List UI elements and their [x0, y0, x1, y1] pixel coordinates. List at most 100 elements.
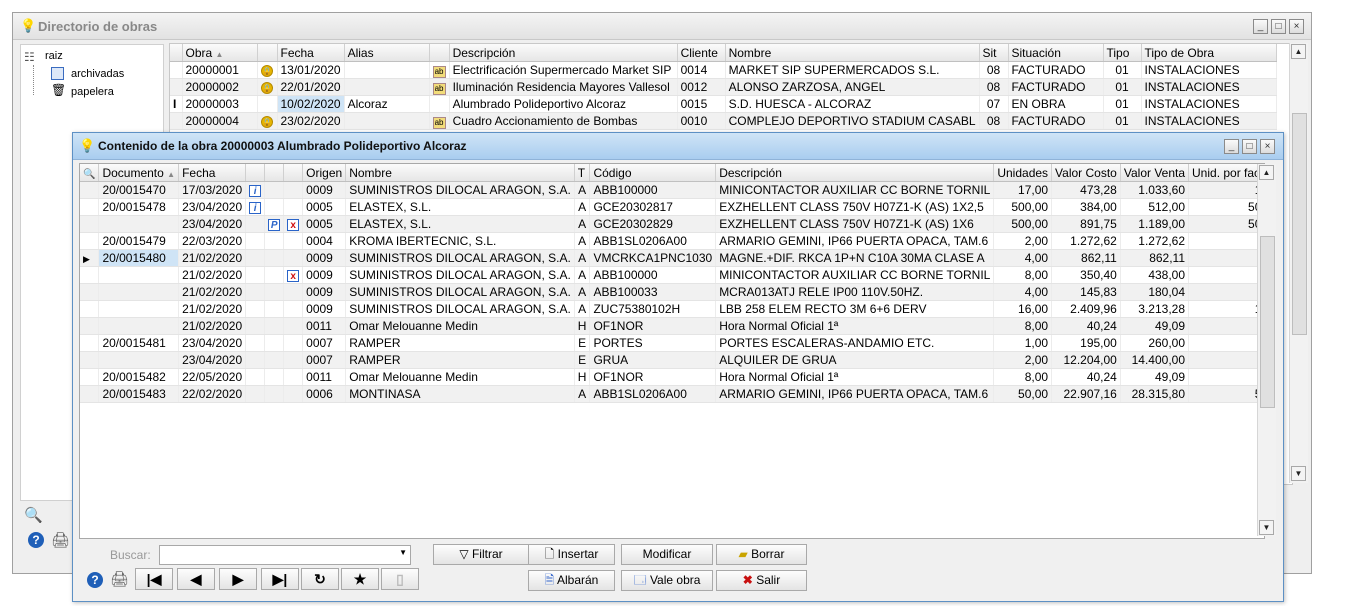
linea-row[interactable]: 21/02/2020 0009 SUMINISTROS DILOCAL ARAGON… [80, 283, 1264, 301]
row-indicator[interactable] [80, 300, 100, 318]
scroll-thumb[interactable] [1260, 236, 1275, 408]
cell-nombre[interactable]: Omar Melouanne Medin [345, 368, 575, 386]
last-record-button[interactable]: ▶| [261, 568, 299, 590]
cell-flag2[interactable] [264, 198, 285, 216]
cell-valor-venta[interactable]: 1.189,00 [1120, 215, 1190, 233]
cell-unid-por-facturar[interactable]: 17,00 [1188, 181, 1264, 199]
cell-valor-costo[interactable]: 40,24 [1051, 317, 1121, 335]
cell-nombre[interactable]: SUMINISTROS DILOCAL ARAGON, S.A. [345, 300, 575, 318]
cell-unidades[interactable]: 8,00 [993, 266, 1053, 284]
cell-unidades[interactable]: 8,00 [993, 368, 1053, 386]
scroll-down-button[interactable]: ▼ [1291, 466, 1306, 481]
col-header-t[interactable]: T [574, 164, 591, 182]
cell-fecha[interactable]: 23/04/2020 [178, 351, 247, 369]
cell-unid-por-facturar[interactable]: 8,00 [1188, 317, 1264, 335]
col-header-documento[interactable]: Documento ▲ [98, 164, 180, 182]
cell-nombre[interactable]: SUMINISTROS DILOCAL ARAGON, S.A. [345, 249, 575, 267]
cell-fecha[interactable]: 23/04/2020 [178, 198, 247, 216]
cell-nombre[interactable]: ELASTEX, S.L. [345, 215, 575, 233]
linea-row[interactable]: 21/02/2020 0009 SUMINISTROS DILOCAL ARAGON… [80, 300, 1264, 318]
cell-obra[interactable]: 20000004 [182, 112, 258, 130]
borrar-button[interactable]: ▰ Borrar [716, 544, 807, 565]
col-header-flag2[interactable] [264, 164, 285, 182]
cell-tipo[interactable]: 01 [1103, 61, 1142, 79]
cell-flag[interactable] [429, 95, 450, 113]
col-header-fecha[interactable]: Fecha [178, 164, 247, 182]
cell-codigo[interactable]: OF1NOR [589, 368, 717, 386]
cell-valor-venta[interactable]: 1.033,60 [1120, 181, 1190, 199]
cell-fecha[interactable]: 22/05/2020 [178, 368, 247, 386]
cell-flag2[interactable] [264, 317, 285, 335]
cell-valor-venta[interactable]: 438,00 [1120, 266, 1190, 284]
cell-valor-costo[interactable]: 195,00 [1051, 334, 1121, 352]
cell-valor-venta[interactable]: 862,11 [1120, 249, 1190, 267]
cell-unidades[interactable]: 4,00 [993, 249, 1053, 267]
cell-unid-por-facturar[interactable]: 1,00 [1188, 334, 1264, 352]
obra-row[interactable]: 20000001 🔒 13/01/2020 ab Electrificación Sup… [170, 61, 1277, 79]
cell-documento[interactable] [98, 283, 180, 301]
cell-fecha[interactable]: 21/02/2020 [178, 266, 247, 284]
search-icon[interactable]: 🔍 [83, 169, 95, 180]
cell-valor-venta[interactable]: 180,04 [1120, 283, 1190, 301]
first-record-button[interactable]: |◀ [135, 568, 173, 590]
cell-alias[interactable] [344, 78, 430, 96]
cell-flag[interactable]: ab [429, 112, 450, 130]
row-indicator[interactable] [80, 283, 100, 301]
cell-flag1[interactable] [245, 317, 266, 335]
cell-origen[interactable]: 0006 [302, 385, 347, 403]
cell-flag1[interactable] [245, 351, 266, 369]
linea-row[interactable]: 20/0015479 22/03/2020 0004 KROMA IBERTECNIC… [80, 232, 1264, 250]
cell-sit[interactable]: 08 [979, 112, 1009, 130]
col-header-tipo-obra[interactable]: Tipo de Obra [1141, 44, 1277, 62]
row-indicator[interactable] [170, 61, 183, 79]
row-indicator[interactable] [80, 385, 100, 403]
cell-obra[interactable]: 20000002 [182, 78, 258, 96]
cell-valor-venta[interactable]: 49,09 [1120, 368, 1190, 386]
cell-flag1[interactable] [245, 385, 266, 403]
col-header-descripcion[interactable]: Descripción [715, 164, 995, 182]
help-icon[interactable]: ? [87, 572, 103, 588]
col-header-tipo[interactable]: Tipo [1103, 44, 1142, 62]
cell-codigo[interactable]: GRUA [589, 351, 717, 369]
cell-fecha[interactable]: 21/02/2020 [178, 249, 247, 267]
cell-nombre[interactable]: KROMA IBERTECNIC, S.L. [345, 232, 575, 250]
cell-alias[interactable] [344, 112, 430, 130]
modificar-button[interactable]: Modificar [621, 544, 713, 565]
cell-flag1[interactable] [245, 249, 266, 267]
cell-nombre[interactable]: MARKET SIP SUPERMERCADOS S.L. [725, 61, 980, 79]
cell-flag3[interactable] [283, 351, 304, 369]
cell-flag1[interactable] [245, 232, 266, 250]
cell-codigo[interactable]: OF1NOR [589, 317, 717, 335]
cell-lock[interactable]: 🔒 [257, 61, 278, 79]
cell-fecha[interactable]: 17/03/2020 [178, 181, 247, 199]
cell-lock[interactable]: 🔒 [257, 112, 278, 130]
cell-descripcion[interactable]: Cuadro Accionamiento de Bombas [449, 112, 678, 130]
cell-situacion[interactable]: FACTURADO [1008, 112, 1104, 130]
minimize-button[interactable]: _ [1253, 19, 1268, 34]
cell-valor-venta[interactable]: 28.315,80 [1120, 385, 1190, 403]
col-header-flag[interactable] [429, 44, 450, 62]
maximize-button[interactable]: □ [1242, 139, 1257, 154]
maximize-button[interactable]: □ [1271, 19, 1286, 34]
cell-valor-costo[interactable]: 22.907,16 [1051, 385, 1121, 403]
cell-descripcion[interactable]: ARMARIO GEMINI, IP66 PUERTA OPACA, TAM.6 [715, 385, 995, 403]
cell-flag1[interactable] [245, 266, 266, 284]
col-header-codigo[interactable]: Código [589, 164, 717, 182]
cell-documento[interactable]: 20/0015470 [98, 181, 180, 199]
cell-nombre[interactable]: SUMINISTROS DILOCAL ARAGON, S.A. [345, 266, 575, 284]
scroll-up-button[interactable]: ▲ [1291, 44, 1306, 59]
cell-fecha[interactable]: 22/01/2020 [277, 78, 345, 96]
cell-nombre[interactable]: ALONSO ZARZOSA, ANGEL [725, 78, 980, 96]
col-header-descripcion[interactable]: Descripción [449, 44, 678, 62]
cell-sit[interactable]: 08 [979, 61, 1009, 79]
col-header-origen[interactable]: Origen [302, 164, 347, 182]
row-indicator[interactable] [80, 368, 100, 386]
cell-valor-venta[interactable]: 260,00 [1120, 334, 1190, 352]
col-header-cliente[interactable]: Cliente [677, 44, 726, 62]
col-header-flag1[interactable] [245, 164, 266, 182]
cell-codigo[interactable]: ABB1SL0206A00 [589, 385, 717, 403]
row-indicator[interactable] [80, 198, 100, 216]
cell-nombre[interactable]: RAMPER [345, 351, 575, 369]
salir-button[interactable]: ✖ Salir [716, 570, 807, 591]
cell-documento[interactable] [98, 300, 180, 318]
